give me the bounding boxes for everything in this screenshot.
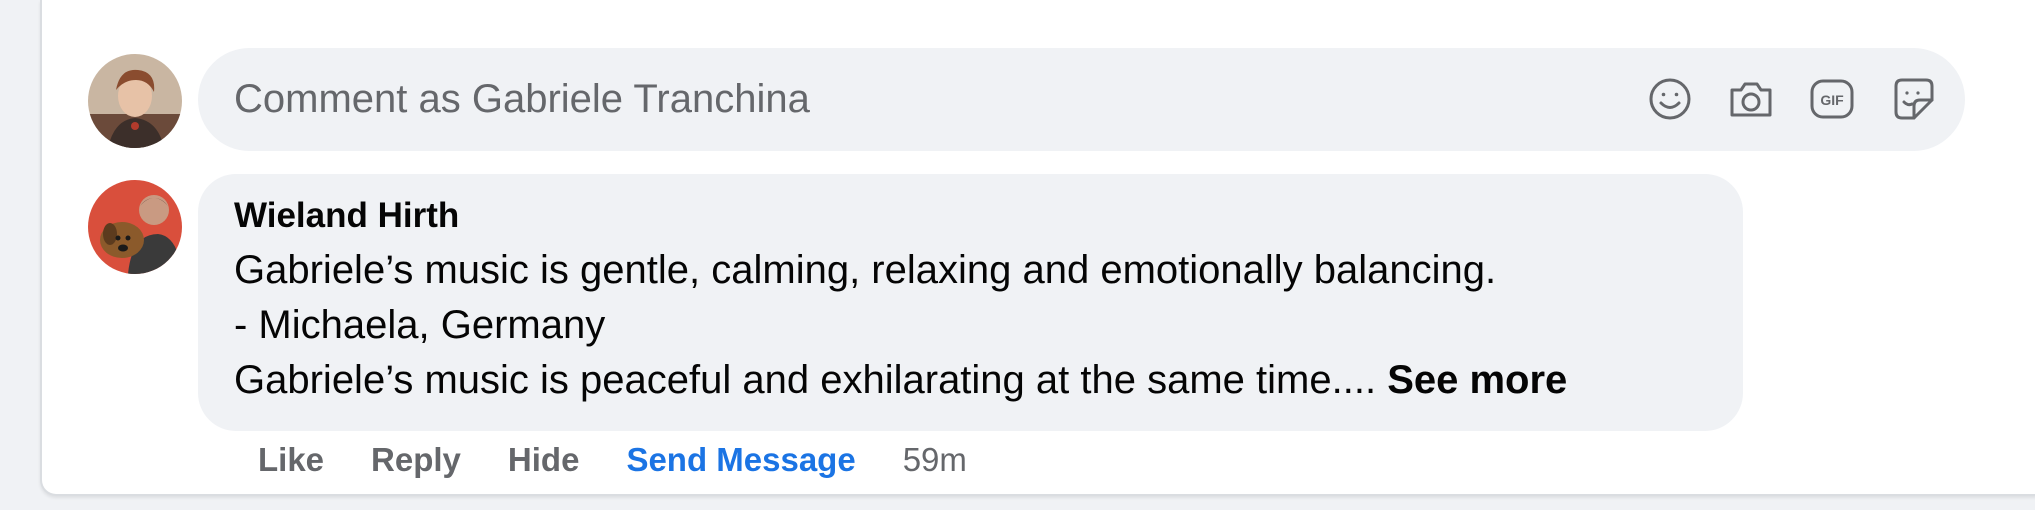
comment-composer[interactable]: Comment as Gabriele Tranchina GIF — [198, 48, 1965, 151]
reply-button[interactable]: Reply — [371, 441, 461, 479]
like-button[interactable]: Like — [258, 441, 324, 479]
see-more-link[interactable]: See more — [1387, 358, 1567, 402]
svg-text:GIF: GIF — [1820, 92, 1844, 108]
comment-text-line-last: Gabriele’s music is peaceful and exhilar… — [234, 358, 1567, 403]
hide-button[interactable]: Hide — [508, 441, 580, 479]
current-user-avatar[interactable] — [88, 54, 182, 148]
sticker-icon[interactable] — [1888, 74, 1938, 124]
comment-input-placeholder[interactable]: Comment as Gabriele Tranchina — [234, 48, 810, 151]
comment-actions: Like Reply Hide Send Message 59m — [258, 440, 967, 480]
camera-icon[interactable] — [1726, 74, 1776, 124]
comment-author-name[interactable]: Wieland Hirth — [234, 196, 459, 236]
comment-text-line: - Michaela, Germany — [234, 303, 606, 347]
commenter-avatar[interactable] — [88, 180, 182, 274]
emoji-icon[interactable] — [1645, 74, 1695, 124]
comment-text-line: Gabriele’s music is gentle, calming, rel… — [234, 248, 1497, 292]
gif-icon[interactable]: GIF — [1807, 74, 1857, 124]
send-message-button[interactable]: Send Message — [626, 441, 855, 479]
comment-bubble: Wieland Hirth Gabriele’s music is gentle… — [198, 174, 1743, 431]
comment-timestamp[interactable]: 59m — [903, 441, 967, 479]
comment-text-truncated: Gabriele’s music is peaceful and exhilar… — [234, 358, 1377, 402]
